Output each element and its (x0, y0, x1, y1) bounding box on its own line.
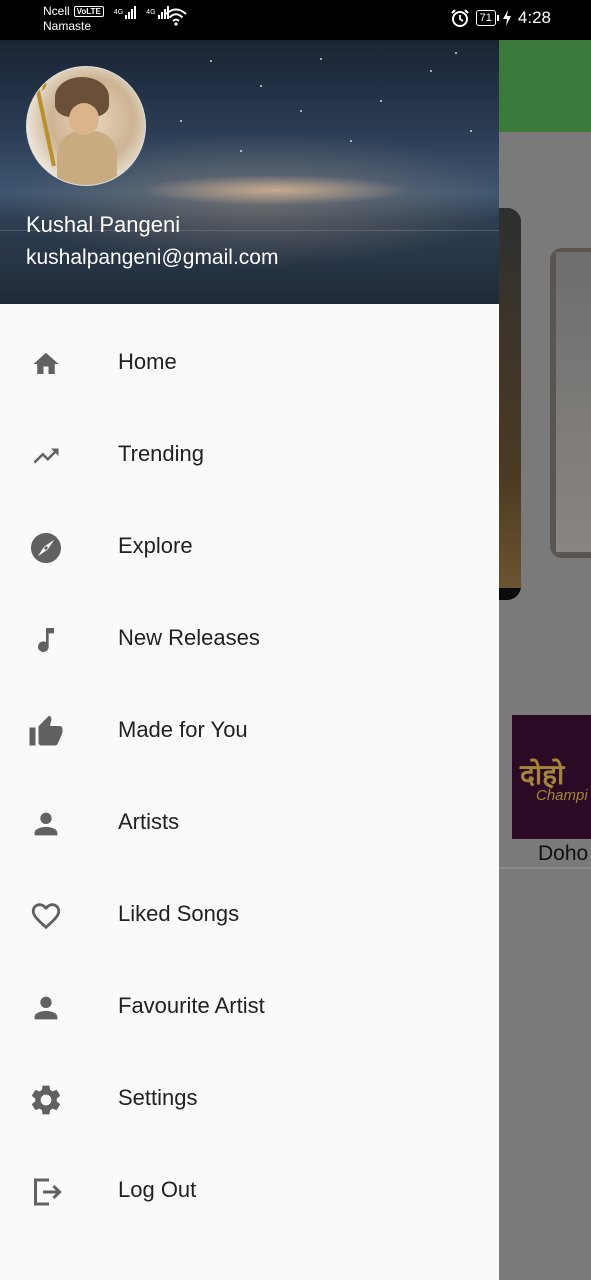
user-name: Kushal Pangeni (26, 212, 181, 237)
carrier-info: Ncell VoLTE 4G 4G Namaste (43, 4, 169, 34)
menu-label: Trending (118, 441, 205, 466)
menu-item-settings[interactable]: Settings (0, 1054, 499, 1146)
heart-icon (26, 897, 66, 935)
menu-item-favourite-artist[interactable]: Favourite Artist (0, 962, 499, 1054)
charging-icon (502, 10, 511, 26)
menu-item-liked-songs[interactable]: Liked Songs (0, 870, 499, 962)
menu-item-log-out[interactable]: Log Out (0, 1146, 499, 1238)
menu-label: Made for You (118, 717, 248, 742)
wifi-icon (165, 8, 187, 26)
menu-item-made-for-you[interactable]: Made for You (0, 686, 499, 778)
drawer-header: Kushal Pangeni kushalpangeni@gmail.com (0, 40, 499, 304)
person-icon (26, 805, 66, 843)
drawer-menu: Home Trending Explore New Releases Made … (0, 318, 499, 1238)
menu-item-artists[interactable]: Artists (0, 778, 499, 870)
clock: 4:28 (517, 8, 551, 27)
gear-icon (26, 1081, 66, 1119)
menu-label: Home (118, 349, 177, 374)
avatar[interactable] (26, 66, 146, 186)
menu-item-trending[interactable]: Trending (0, 410, 499, 502)
menu-label: Artists (118, 809, 180, 834)
featured-card-2 (550, 248, 591, 558)
person-icon (26, 989, 66, 1027)
menu-item-new-releases[interactable]: New Releases (0, 594, 499, 686)
menu-label: Favourite Artist (118, 993, 265, 1018)
status-bar: Ncell VoLTE 4G 4G Namaste 71 4:28 (0, 0, 591, 40)
carrier-name: Ncell (43, 4, 70, 18)
menu-label: Explore (118, 533, 193, 558)
logout-icon (26, 1173, 66, 1211)
menu-label: Log Out (118, 1177, 197, 1202)
menu-label: New Releases (118, 625, 260, 650)
app-bar (499, 40, 591, 132)
music-note-icon (26, 621, 66, 659)
network-name: Namaste (43, 19, 92, 33)
trending-icon (26, 437, 66, 475)
net-type-1: 4G (113, 8, 124, 16)
featured-card (499, 208, 521, 600)
thumbnail-subtitle: Champi (536, 787, 588, 804)
explore-icon (26, 529, 66, 567)
menu-item-home[interactable]: Home (0, 318, 499, 410)
menu-label: Liked Songs (118, 901, 240, 926)
volte-badge: VoLTE (73, 6, 104, 17)
navigation-drawer: Kushal Pangeni kushalpangeni@gmail.com H… (0, 40, 499, 1280)
user-email: kushalpangeni@gmail.com (26, 246, 279, 269)
alarm-icon (450, 9, 469, 27)
album-label: Doho (538, 842, 589, 865)
menu-item-explore[interactable]: Explore (0, 502, 499, 594)
net-type-2: 4G (146, 8, 156, 16)
home-icon (26, 345, 66, 383)
signal-icon: 4G (113, 5, 137, 19)
battery-icon: 71 (475, 10, 500, 26)
album-thumbnail: दोहो Champi (512, 715, 591, 839)
thumb-up-icon (26, 713, 66, 751)
menu-label: Settings (118, 1085, 198, 1110)
